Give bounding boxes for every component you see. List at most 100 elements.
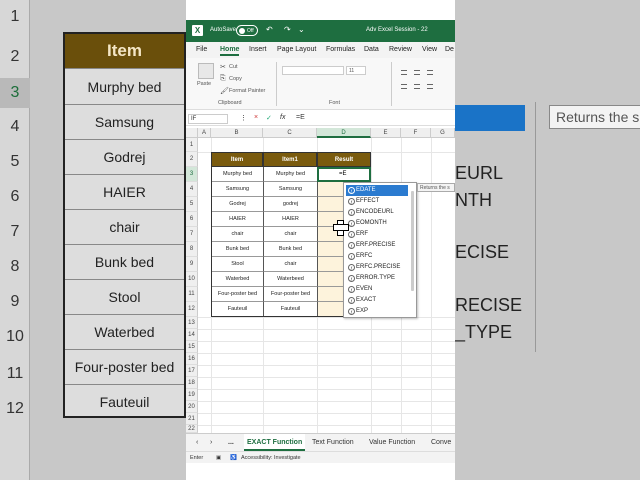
macro-record-icon[interactable]: ▣ [216, 455, 221, 461]
enter-icon[interactable]: ✓ [266, 114, 272, 122]
autocomplete-item[interactable]: ƒ EXP [346, 306, 408, 317]
table-header-result[interactable]: Result [317, 152, 371, 167]
table-cell[interactable]: chair [263, 257, 317, 272]
table-header-item[interactable]: Item [211, 152, 263, 167]
tab-view[interactable]: View [422, 46, 437, 53]
row-header[interactable]: 21 [186, 413, 198, 425]
table-cell[interactable]: Four-poster bed [263, 287, 317, 302]
table-cell[interactable]: Samsung [263, 182, 317, 197]
align-left-icon[interactable] [401, 84, 407, 89]
table-cell[interactable]: Stool [211, 257, 263, 272]
tab-review[interactable]: Review [389, 46, 412, 53]
row-header[interactable]: 4 [186, 182, 198, 197]
row-header[interactable]: 11 [186, 287, 198, 302]
cancel-icon[interactable]: × [254, 114, 258, 121]
row-header[interactable]: 3 [186, 167, 198, 182]
row-header[interactable]: 7 [186, 227, 198, 242]
prev-sheet-icon[interactable]: ‹ [196, 439, 198, 446]
align-top-icon[interactable] [401, 70, 407, 75]
undo-icon[interactable]: ↶ [266, 25, 273, 34]
accessibility-status[interactable]: Accessibility: Investigate [241, 455, 301, 461]
autocomplete-item[interactable]: ƒ ERF.PRECISE [346, 240, 408, 251]
sheet-tab-convert[interactable]: Conve [431, 439, 451, 446]
table-header-item1[interactable]: Item1 [263, 152, 317, 167]
font-size-dropdown[interactable]: 11 [346, 66, 366, 75]
tab-page-layout[interactable]: Page Layout [277, 46, 316, 53]
paste-icon[interactable] [198, 63, 214, 79]
paste-button[interactable]: Paste [197, 81, 211, 87]
row-header[interactable]: 13 [186, 317, 198, 329]
row-header[interactable]: 10 [186, 272, 198, 287]
row-header[interactable]: 14 [186, 329, 198, 341]
tab-insert[interactable]: Insert [249, 46, 267, 53]
autocomplete-item[interactable]: ƒ ENCODEURL [346, 207, 408, 218]
column-header[interactable]: E [371, 128, 401, 138]
autocomplete-item[interactable]: ƒ EVEN [346, 284, 408, 295]
table-cell[interactable]: Murphy bed [211, 167, 263, 182]
row-header[interactable]: 16 [186, 353, 198, 365]
name-box[interactable]: IF [188, 114, 228, 124]
table-cell[interactable]: Bunk bed [211, 242, 263, 257]
column-header[interactable]: G [431, 128, 455, 138]
autosave-toggle[interactable]: Off [236, 25, 258, 36]
insert-function-icon[interactable]: fx [280, 114, 285, 121]
customize-qat-icon[interactable]: ⌄ [298, 25, 305, 34]
column-header[interactable]: B [211, 128, 263, 138]
table-cell[interactable]: godrej [263, 197, 317, 212]
font-name-dropdown[interactable] [282, 66, 344, 75]
table-cell[interactable]: Murphy bed [263, 167, 317, 182]
row-header[interactable]: 1 [186, 138, 198, 152]
autocomplete-scrollbar[interactable] [411, 191, 414, 291]
tab-file[interactable]: File [196, 46, 207, 53]
formula-input[interactable]: =E [296, 114, 305, 121]
sheet-tab-text-function[interactable]: Text Function [312, 439, 354, 446]
align-middle-icon[interactable] [414, 70, 420, 75]
row-header[interactable]: 18 [186, 377, 198, 389]
row-header[interactable]: 19 [186, 389, 198, 401]
table-cell[interactable]: HAIER [211, 212, 263, 227]
tab-data[interactable]: Data [364, 46, 379, 53]
table-cell[interactable]: Fauteuil [263, 302, 317, 317]
table-cell[interactable]: chair [211, 227, 263, 242]
autocomplete-item[interactable]: ƒ ERFC [346, 251, 408, 262]
table-cell[interactable]: Godrej [211, 197, 263, 212]
table-cell[interactable]: HAIER [263, 212, 317, 227]
select-all-corner[interactable] [186, 128, 198, 138]
active-cell-d3[interactable]: =E [317, 167, 371, 182]
align-center-icon[interactable] [414, 84, 420, 89]
function-autocomplete-list[interactable]: ƒ EDATE ƒ EFFECT ƒ ENCODEURL ƒ EOMONTH ƒ ERF … [343, 182, 417, 318]
table-cell[interactable]: Fauteuil [211, 302, 263, 317]
row-header[interactable]: 22 [186, 425, 198, 433]
column-header[interactable]: F [401, 128, 431, 138]
column-header[interactable]: C [263, 128, 317, 138]
column-header[interactable]: D [317, 128, 371, 138]
tab-home[interactable]: Home [220, 46, 240, 56]
more-sheets-button[interactable]: ... [228, 439, 234, 446]
row-header[interactable]: 2 [186, 152, 198, 167]
autocomplete-item[interactable]: ƒ ERF [346, 229, 408, 240]
row-header[interactable]: 5 [186, 197, 198, 212]
table-cell[interactable]: Waterbeed [263, 272, 317, 287]
cut-button[interactable]: Cut [229, 64, 238, 70]
autocomplete-item[interactable]: ƒ EFFECT [346, 196, 408, 207]
sheet-tab-exact-function[interactable]: EXACT Function [244, 434, 306, 451]
row-header[interactable]: 17 [186, 365, 198, 377]
table-cell[interactable]: chair [263, 227, 317, 242]
autocomplete-item[interactable]: ƒ EOMONTH [346, 218, 408, 229]
table-cell[interactable]: Samsung [211, 182, 263, 197]
autocomplete-item[interactable]: ƒ EXACT [346, 295, 408, 306]
row-header[interactable]: 6 [186, 212, 198, 227]
align-right-icon[interactable] [427, 84, 433, 89]
table-cell[interactable]: Bunk bed [263, 242, 317, 257]
row-header[interactable]: 8 [186, 242, 198, 257]
row-header[interactable]: 15 [186, 341, 198, 353]
autocomplete-item[interactable]: ƒ ERFC.PRECISE [346, 262, 408, 273]
format-painter-button[interactable]: Format Painter [229, 88, 265, 94]
row-header[interactable]: 20 [186, 401, 198, 413]
next-sheet-icon[interactable]: › [210, 439, 212, 446]
sheet-tab-value-function[interactable]: Value Function [369, 439, 415, 446]
row-header[interactable]: 9 [186, 257, 198, 272]
redo-icon[interactable]: ↷ [284, 25, 291, 34]
row-header[interactable]: 12 [186, 302, 198, 317]
copy-button[interactable]: Copy [229, 76, 242, 82]
